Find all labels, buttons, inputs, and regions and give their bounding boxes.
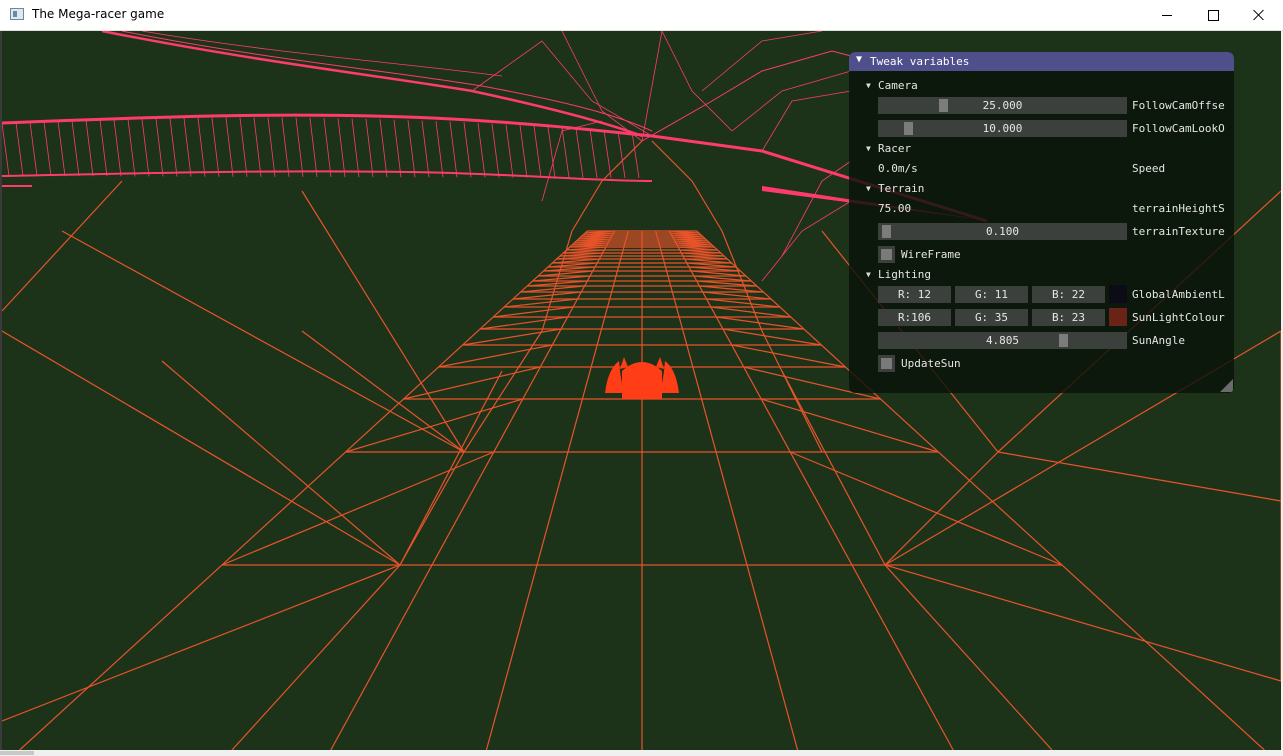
elevated-track-ribbon [2,31,992,282]
maximize-button[interactable] [1190,0,1236,30]
update-sun-checkbox[interactable] [878,355,895,372]
slider-value: 25.000 [982,99,1023,112]
tweak-variables-panel[interactable]: ▼ Tweak variables ▼ Camera 25.000 Follow… [849,52,1234,393]
speed-label: Speed [1132,162,1166,175]
update-sun-label[interactable]: UpdateSun [901,357,961,370]
racer-expand-icon[interactable]: ▼ [866,144,871,153]
follow-cam-offset-slider[interactable]: 25.000 [878,97,1127,114]
wireframe-checkbox[interactable] [878,246,895,263]
game-viewport[interactable]: ▼ Tweak variables ▼ Camera 25.000 Follow… [2,31,1281,750]
resize-grip-icon[interactable] [1220,379,1233,392]
racer-section-title[interactable]: Racer [878,142,911,155]
camera-expand-icon[interactable]: ▼ [866,81,871,90]
camera-section-title[interactable]: Camera [878,79,918,92]
close-icon [1253,9,1265,21]
minimize-icon [1162,14,1172,16]
slider-value: 10.000 [982,122,1023,135]
sun-color-swatch[interactable] [1109,308,1127,326]
lighting-expand-icon[interactable]: ▼ [866,270,871,279]
window-border-bottom [0,750,1283,756]
lighting-section-title[interactable]: Lighting [878,268,931,281]
speed-value: 0.0m/s [878,162,918,175]
ambient-label: GlobalAmbientL [1132,288,1225,301]
follow-cam-look-slider[interactable]: 10.000 [878,120,1127,137]
close-button[interactable] [1236,0,1282,30]
ambient-color-swatch[interactable] [1109,285,1127,303]
ambient-r-field[interactable]: R: 12 [878,286,951,303]
collapse-arrow-icon[interactable]: ▼ [856,54,862,65]
ambient-b-field[interactable]: B: 22 [1032,286,1105,303]
terrain-height-value: 75.00 [878,202,912,215]
window-titlebar[interactable]: The Mega-racer game [0,0,1283,31]
terrain-texture-slider[interactable]: 0.100 [878,223,1127,240]
slider-value: 0.100 [985,225,1020,238]
terrain-height-label: terrainHeightS [1132,202,1225,215]
follow-cam-look-label: FollowCamLookO [1132,122,1225,135]
app-icon [10,8,24,20]
panel-header[interactable]: ▼ Tweak variables [849,52,1234,71]
ambient-g-field[interactable]: G: 11 [955,286,1028,303]
wireframe-label[interactable]: WireFrame [901,248,961,261]
follow-cam-offset-label: FollowCamOffse [1132,99,1225,112]
racer-car [605,357,679,399]
terrain-expand-icon[interactable]: ▼ [866,184,871,193]
terrain-texture-label: terrainTexture [1132,225,1225,238]
terrain-section-title[interactable]: Terrain [878,182,924,195]
sun-g-field[interactable]: G: 35 [955,309,1028,326]
sun-colour-label: SunLightColour [1132,311,1225,324]
panel-title: Tweak variables [870,55,970,68]
sun-b-field[interactable]: B: 23 [1032,309,1105,326]
sun-angle-slider[interactable]: 4.805 [878,332,1127,349]
minimize-button[interactable] [1144,0,1190,30]
slider-value: 4.805 [985,334,1020,347]
maximize-icon [1207,9,1219,21]
window-title: The Mega-racer game [32,7,165,21]
sun-angle-label: SunAngle [1132,334,1185,347]
sun-r-field[interactable]: R:106 [878,309,951,326]
